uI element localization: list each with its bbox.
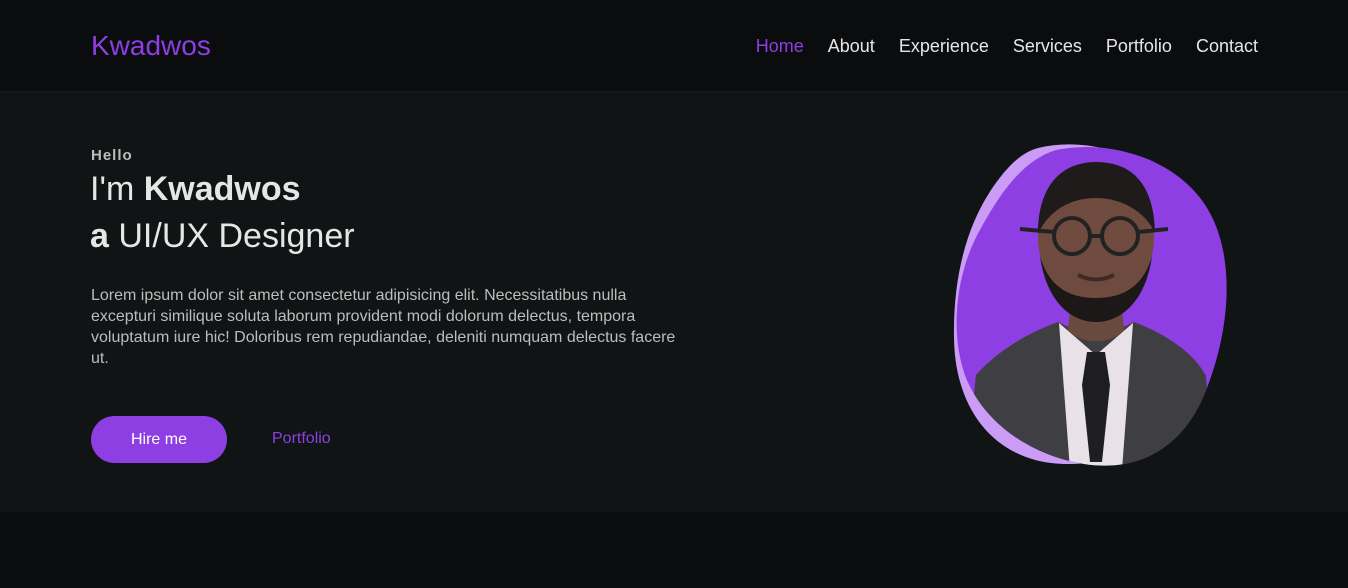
hero-title-prefix: I'm bbox=[90, 170, 144, 208]
portfolio-link[interactable]: Portfolio bbox=[272, 429, 331, 449]
hero-name: Kwadwos bbox=[143, 170, 301, 208]
nav-link-portfolio[interactable]: Portfolio bbox=[1106, 35, 1172, 57]
nav-item-portfolio: Portfolio bbox=[1106, 35, 1172, 57]
nav-item-contact: Contact bbox=[1196, 35, 1258, 57]
hero-greeting: Hello bbox=[91, 147, 133, 164]
nav-link-about[interactable]: About bbox=[828, 35, 875, 57]
nav-item-services: Services bbox=[1013, 35, 1082, 57]
nav-item-about: About bbox=[828, 35, 875, 57]
navbar: Kwadwos Home About Experience Services P… bbox=[0, 0, 1348, 92]
hero-section: Hello I'm Kwadwos a UI/UX Designer Lorem… bbox=[0, 92, 1348, 512]
nav-link-contact[interactable]: Contact bbox=[1196, 35, 1258, 57]
nav-link-services[interactable]: Services bbox=[1013, 35, 1082, 57]
hero-subtitle: a UI/UX Designer bbox=[90, 216, 355, 256]
hero-title: I'm Kwadwos bbox=[90, 169, 301, 209]
nav-item-home: Home bbox=[756, 35, 804, 57]
hero-role-prefix: a bbox=[90, 217, 109, 255]
nav-menu: Home About Experience Services Portfolio… bbox=[756, 35, 1258, 57]
profile-portrait bbox=[953, 144, 1227, 466]
nav-link-experience[interactable]: Experience bbox=[899, 35, 989, 57]
nav-link-home[interactable]: Home bbox=[756, 35, 804, 57]
nav-item-experience: Experience bbox=[899, 35, 989, 57]
hire-me-button[interactable]: Hire me bbox=[91, 416, 227, 463]
hero-role: UI/UX Designer bbox=[108, 217, 355, 255]
site-logo[interactable]: Kwadwos bbox=[91, 28, 211, 64]
hero-description: Lorem ipsum dolor sit amet consectetur a… bbox=[91, 287, 676, 367]
section-divider bbox=[0, 512, 1348, 588]
